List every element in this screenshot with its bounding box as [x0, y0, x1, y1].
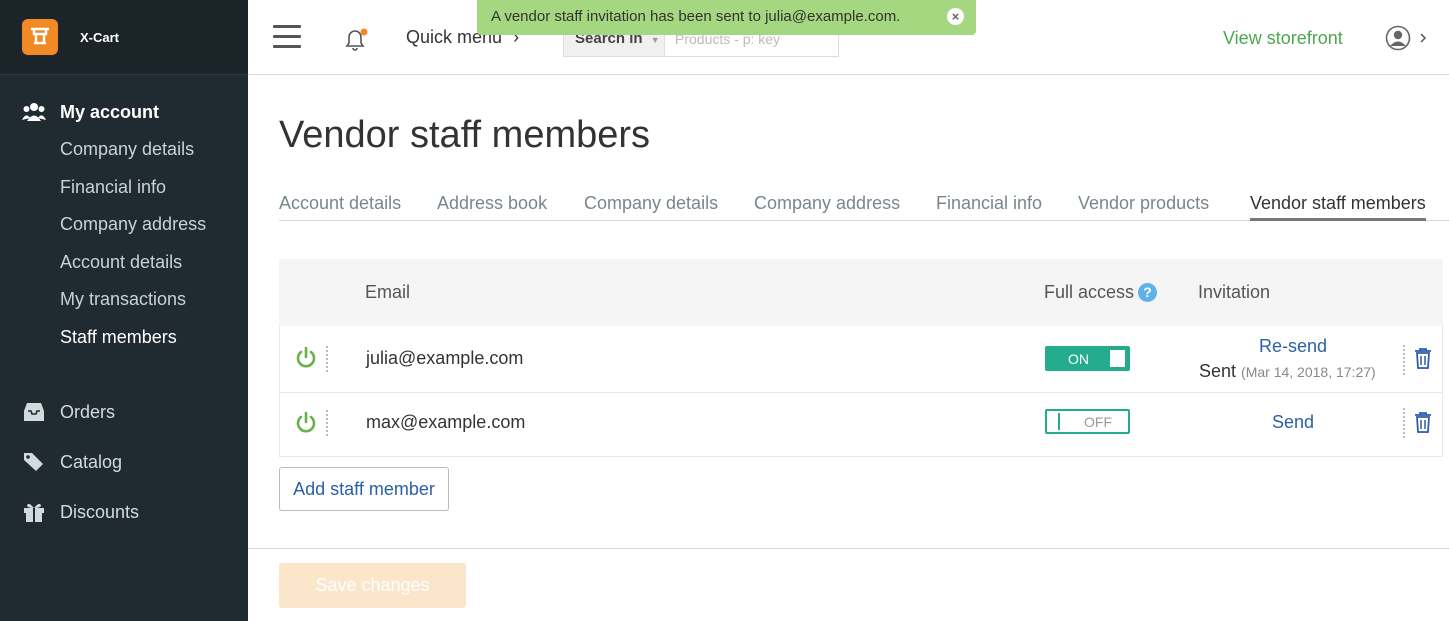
sidebar-item-account-details[interactable]: Account details: [0, 244, 248, 282]
table-row: max@example.com OFF Send: [279, 393, 1443, 457]
trash-icon[interactable]: [1414, 347, 1432, 374]
sidebar-item-company-details[interactable]: Company details: [0, 131, 248, 169]
tab-vendor-products[interactable]: Vendor products: [1078, 193, 1209, 214]
resend-link[interactable]: Re-send: [1259, 336, 1327, 357]
full-access-column-header: Full access?: [1044, 282, 1158, 303]
bell-icon[interactable]: [343, 26, 369, 57]
users-icon: [22, 100, 46, 124]
row-actions-divider: [1403, 345, 1405, 375]
tag-icon: [22, 450, 46, 474]
brand: X-Cart: [0, 0, 248, 75]
staff-email: max@example.com: [366, 412, 526, 432]
table-row: julia@example.com ON Re-send Sent (Mar 1…: [279, 326, 1443, 393]
tab-financial-info[interactable]: Financial info: [936, 193, 1042, 214]
drag-handle[interactable]: [326, 346, 328, 372]
send-link[interactable]: Send: [1272, 412, 1314, 433]
sidebar-item-orders[interactable]: Orders: [0, 387, 248, 437]
status-text: Sent: [1199, 361, 1237, 381]
staff-table: Email Full access? Invitation julia@exam…: [279, 259, 1443, 457]
invitation-status: Sent (Mar 14, 2018, 17:27): [1199, 361, 1376, 382]
view-storefront-link[interactable]: View storefront: [1223, 28, 1343, 49]
drag-handle[interactable]: [326, 410, 328, 436]
full-access-toggle[interactable]: ON: [1045, 346, 1130, 371]
table-header: Email Full access? Invitation: [279, 259, 1443, 326]
sidebar-item-my-transactions[interactable]: My transactions: [0, 281, 248, 319]
success-notification: A vendor staff invitation has been sent …: [477, 0, 976, 35]
sidebar-item-discounts[interactable]: Discounts: [0, 487, 248, 537]
catalog-label: Catalog: [60, 451, 123, 472]
my-account-section: My account Company details Financial inf…: [0, 97, 248, 356]
save-changes-button[interactable]: Save changes: [279, 563, 466, 608]
my-account-label: My account: [60, 101, 160, 122]
toggle-label: ON: [1068, 351, 1089, 367]
row-actions-divider: [1403, 408, 1405, 438]
power-icon[interactable]: [294, 346, 318, 370]
close-icon[interactable]: ×: [947, 8, 964, 25]
staff-email: julia@example.com: [366, 348, 524, 368]
full-access-label: Full access: [1044, 282, 1135, 302]
notification-text: A vendor staff invitation has been sent …: [491, 8, 901, 25]
tabs: Account details Address book Company det…: [279, 193, 1449, 221]
gift-icon: [22, 500, 46, 524]
power-icon[interactable]: [294, 411, 318, 435]
tab-vendor-staff-members[interactable]: Vendor staff members: [1250, 193, 1426, 221]
tab-account-details[interactable]: Account details: [279, 193, 401, 214]
divider: [248, 548, 1449, 549]
main-nav: Orders Catalog Discounts: [0, 387, 248, 537]
email-column-header: Email: [365, 282, 411, 302]
xcart-logo-icon[interactable]: [22, 19, 58, 55]
orders-label: Orders: [60, 401, 116, 422]
brand-name: X-Cart: [80, 29, 120, 45]
sidebar-item-company-address[interactable]: Company address: [0, 206, 248, 244]
sidebar-item-financial-info[interactable]: Financial info: [0, 169, 248, 207]
add-staff-member-button[interactable]: Add staff member: [279, 467, 449, 511]
help-icon[interactable]: ?: [1138, 283, 1158, 302]
user-menu[interactable]: [1385, 25, 1431, 58]
tab-company-address[interactable]: Company address: [754, 193, 900, 214]
my-account-heading[interactable]: My account: [0, 97, 248, 127]
sidebar-item-catalog[interactable]: Catalog: [0, 437, 248, 487]
sidebar-item-staff-members[interactable]: Staff members: [0, 319, 248, 357]
page-title: Vendor staff members: [279, 114, 651, 156]
toggle-label: OFF: [1084, 414, 1112, 430]
hamburger-menu-icon[interactable]: [273, 25, 301, 49]
invitation-column-header: Invitation: [1198, 282, 1271, 302]
status-date: (Mar 14, 2018, 17:27): [1241, 364, 1376, 380]
trash-icon[interactable]: [1414, 411, 1432, 438]
full-access-toggle[interactable]: OFF: [1045, 409, 1130, 434]
inbox-icon: [22, 400, 46, 424]
caret-down-icon: ▼: [650, 35, 660, 45]
tab-address-book[interactable]: Address book: [437, 193, 547, 214]
sidebar: X-Cart My account Company details Financ…: [0, 0, 248, 621]
tab-company-details[interactable]: Company details: [584, 193, 718, 214]
discounts-label: Discounts: [60, 501, 140, 522]
